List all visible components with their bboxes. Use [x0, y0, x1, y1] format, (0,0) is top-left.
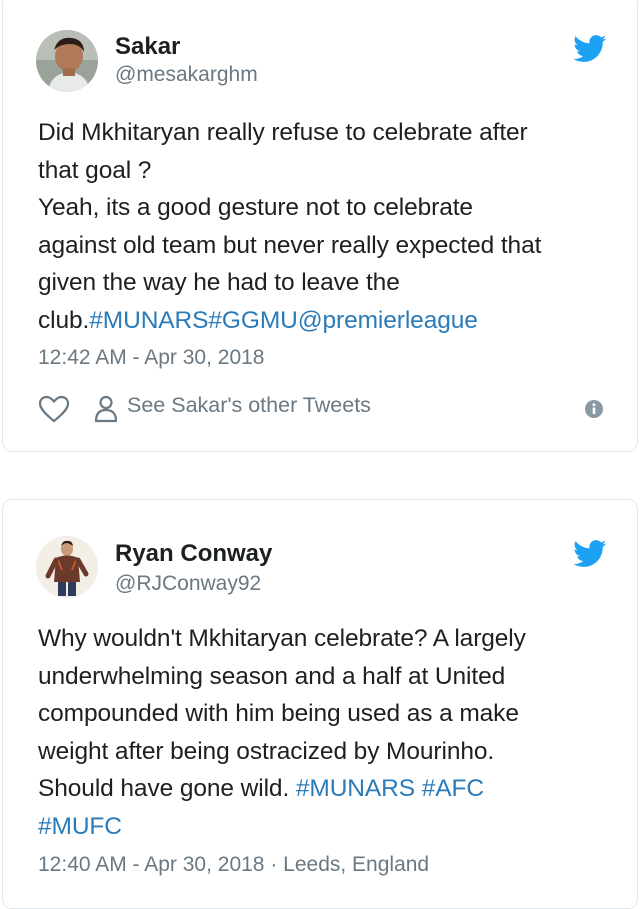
twitter-bird-icon[interactable]: [573, 35, 607, 63]
tweet-text-line: weight after being ostracized by Mourinh…: [38, 733, 617, 771]
tweet-text-line: Did Mkhitaryan really refuse to celebrat…: [38, 114, 617, 152]
tweet-text-segment: [415, 775, 422, 802]
tweet-text-line: underwhelming season and a half at Unite…: [38, 658, 617, 696]
twitter-bird-icon[interactable]: [573, 540, 607, 568]
see-other-tweets-link[interactable]: See Sakar's other Tweets: [127, 393, 371, 418]
tweet-text: Why wouldn't Mkhitaryan celebrate? A lar…: [38, 620, 617, 845]
tweet-text-segment: club.: [38, 306, 90, 334]
tweet-text-line: Yeah, its a good gesture not to celebrat…: [38, 189, 617, 227]
tweet-text: Did Mkhitaryan really refuse to celebrat…: [38, 114, 617, 339]
hashtag-link[interactable]: #GGMU: [208, 307, 297, 334]
avatar[interactable]: [36, 30, 98, 92]
hashtag-link[interactable]: #MUNARS: [296, 775, 415, 802]
tweet-text-segment: given the way he had to leave the: [38, 269, 400, 296]
tweet-text-line: Why wouldn't Mkhitaryan celebrate? A lar…: [38, 620, 617, 658]
tweet-text-line: Should have gone wild. #MUNARS #AFC: [38, 770, 617, 808]
mention-link[interactable]: @premierleague: [298, 307, 478, 334]
tweet-text-line: given the way he had to leave the: [38, 264, 617, 302]
tweet-actions: See Sakar's other Tweets: [38, 393, 618, 423]
user-handle[interactable]: @RJConway92: [115, 572, 261, 596]
tweet-timestamp[interactable]: 12:40 AM - Apr 30, 2018 · Leeds, England: [38, 853, 429, 877]
tweet-text-line: club.#MUNARS#GGMU@premierleague: [38, 302, 617, 340]
tweet-text-segment: weight after being ostracized by Mourinh…: [38, 737, 495, 765]
tweet-text-segment: Did Mkhitaryan really refuse to celebrat…: [38, 119, 528, 146]
tweet-text-segment: that goal ?: [38, 156, 152, 184]
display-name[interactable]: Ryan Conway: [115, 540, 272, 568]
tweet-text-segment: Why wouldn't Mkhitaryan celebrate? A lar…: [38, 625, 526, 652]
tweet-text-line: #MUFC: [38, 808, 617, 846]
hashtag-link[interactable]: #MUNARS: [89, 307, 208, 334]
tweet-text-segment: against old team but never really expect…: [38, 231, 542, 259]
tweet-text-segment: Yeah, its a good gesture not to celebrat…: [38, 194, 473, 221]
user-handle[interactable]: @mesakarghm: [115, 63, 258, 87]
tweet-text-line: that goal ?: [38, 152, 617, 190]
tweet-text-line: against old team but never really expect…: [38, 227, 617, 265]
tweet-timestamp[interactable]: 12:42 AM - Apr 30, 2018: [38, 346, 265, 370]
tweet-text-segment: compounded with him being used as a make: [38, 700, 519, 727]
person-icon[interactable]: [94, 395, 118, 423]
tweet-text-line: compounded with him being used as a make: [38, 695, 617, 733]
tweet-card-1: Sakar @mesakarghm Did Mkhitaryan really …: [2, 0, 638, 452]
hashtag-link[interactable]: #MUFC: [38, 813, 122, 840]
avatar[interactable]: [36, 536, 98, 598]
tweet-text-segment: Should have gone wild.: [38, 775, 296, 802]
heart-icon[interactable]: [38, 395, 70, 423]
hashtag-link[interactable]: #AFC: [422, 775, 484, 802]
tweet-card-2: Ryan Conway @RJConway92 Why wouldn't Mkh…: [2, 499, 638, 909]
tweet-text-segment: underwhelming season and a half at Unite…: [38, 662, 506, 690]
display-name[interactable]: Sakar: [115, 33, 180, 61]
info-icon[interactable]: [584, 399, 604, 419]
